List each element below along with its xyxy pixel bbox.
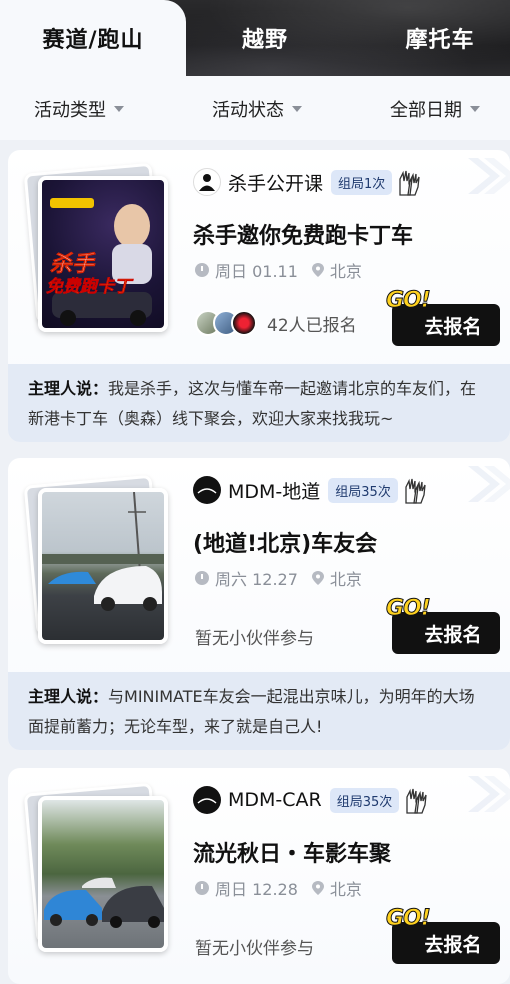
event-title[interactable]: 流光秋日・车影车聚: [193, 836, 391, 868]
event-city: 北京: [329, 570, 362, 589]
filter-label: 活动类型: [34, 100, 106, 121]
event-city: 北京: [329, 880, 362, 899]
filter-activity-status[interactable]: 活动状态: [212, 96, 302, 122]
location-pin-icon: [311, 881, 324, 895]
event-meta: 周日 12.28 北京: [195, 876, 362, 900]
organizer-name: MDM-CAR: [228, 789, 322, 811]
organizer-avatar: [193, 476, 221, 504]
clock-icon: [195, 881, 209, 895]
clock-icon: [195, 571, 209, 585]
signup-button-label: 去报名: [424, 623, 482, 646]
event-date: 周六 12.27: [215, 570, 298, 589]
event-poster[interactable]: 杀手 免费跑卡丁: [23, 162, 170, 334]
event-title[interactable]: 杀手邀你免费跑卡丁车: [193, 218, 413, 250]
signup-button[interactable]: GO! 去报名: [386, 906, 500, 964]
filter-activity-type[interactable]: 活动类型: [34, 96, 124, 122]
organizer-avatar: [193, 786, 221, 814]
poster-image: [38, 796, 168, 952]
caret-down-icon: [114, 106, 124, 112]
high-five-icon: [405, 478, 426, 504]
cars-parking-icon: [44, 877, 164, 928]
event-poster[interactable]: [23, 782, 170, 954]
mdm-logo-icon: [197, 488, 217, 494]
host-label: 主理人说：: [28, 379, 109, 398]
high-five-icon: [399, 170, 420, 196]
organizer-name: 杀手公开课: [228, 172, 324, 195]
event-card[interactable]: MDM-地道 组局35次 (地道!北京)车友会 周六 12.27 北京 暂无小伙…: [8, 458, 510, 750]
filter-label: 全部日期: [390, 100, 462, 121]
go-badge: GO!: [386, 288, 432, 314]
group-count-badge: 组局35次: [329, 787, 400, 813]
event-meta: 周六 12.27 北京: [195, 566, 362, 590]
organizer-avatar: [193, 168, 221, 196]
event-poster[interactable]: [23, 474, 170, 646]
tab-track-mountain[interactable]: 赛道/跑山: [0, 0, 186, 76]
poster-image: 杀手 免费跑卡丁: [38, 176, 168, 332]
host-note: 主理人说：与MINIMATE车友会一起混出京味儿，为明年的大场面提前蓄力；无论车…: [8, 672, 510, 750]
go-badge: GO!: [386, 596, 432, 622]
filter-label: 活动状态: [212, 100, 284, 121]
high-five-icon: [406, 788, 427, 814]
poster-image: [38, 488, 168, 644]
signup-count: 42人已报名: [267, 315, 357, 336]
chevron-decoration-icon: [468, 158, 510, 194]
cars-parking-icon: [42, 492, 164, 611]
chevron-decoration-icon: [468, 466, 510, 502]
category-tabs: 赛道/跑山 越野 摩托车: [0, 0, 510, 76]
event-card[interactable]: 杀手 免费跑卡丁 杀手公开课 组局1次 杀手邀你免费跑卡丁车 周日 01.11 …: [8, 150, 510, 442]
tab-motorcycle[interactable]: 摩托车: [380, 0, 500, 76]
group-count-badge: 组局35次: [328, 477, 398, 503]
chevron-decoration-icon: [468, 776, 510, 812]
signup-button-label: 去报名: [424, 315, 482, 338]
participant-avatar: [231, 310, 257, 336]
event-meta: 周日 01.11 北京: [195, 258, 362, 282]
filter-all-dates[interactable]: 全部日期: [390, 96, 480, 122]
event-city: 北京: [329, 262, 362, 281]
filter-bar: 活动类型 活动状态 全部日期: [0, 76, 510, 140]
signup-button[interactable]: GO! 去报名: [386, 288, 500, 346]
signup-button-label: 去报名: [424, 933, 482, 956]
signup-count: 暂无小伙伴参与: [195, 629, 314, 649]
person-silhouette-icon: [199, 174, 215, 191]
caret-down-icon: [470, 106, 480, 112]
organizer-row[interactable]: MDM-CAR 组局35次: [193, 786, 431, 814]
event-title[interactable]: (地道!北京)车友会: [193, 526, 377, 558]
mdm-logo-icon: [197, 798, 217, 804]
poster-text: 免费跑卡丁: [46, 277, 132, 298]
tab-offroad[interactable]: 越野: [210, 0, 320, 76]
event-date: 周日 01.11: [215, 262, 298, 281]
group-count-badge: 组局1次: [331, 169, 393, 195]
organizer-row[interactable]: MDM-地道 组局35次: [193, 476, 430, 504]
go-badge: GO!: [386, 906, 432, 932]
caret-down-icon: [292, 106, 302, 112]
host-label: 主理人说：: [28, 687, 109, 706]
organizer-name: MDM-地道: [228, 480, 321, 503]
clock-icon: [195, 263, 209, 277]
host-note: 主理人说：我是杀手，这次与懂车帝一起邀请北京的车友们，在新港卡丁车（奥森）线下聚…: [8, 364, 510, 442]
location-pin-icon: [311, 263, 324, 277]
event-card[interactable]: MDM-CAR 组局35次 流光秋日・车影车聚 周日 12.28 北京 暂无小伙…: [8, 768, 510, 984]
signup-count: 暂无小伙伴参与: [195, 939, 314, 959]
signup-button[interactable]: GO! 去报名: [386, 596, 500, 654]
participants[interactable]: 42人已报名: [195, 310, 357, 336]
location-pin-icon: [311, 571, 324, 585]
event-date: 周日 12.28: [215, 880, 298, 899]
organizer-row[interactable]: 杀手公开课 组局1次: [193, 168, 424, 196]
